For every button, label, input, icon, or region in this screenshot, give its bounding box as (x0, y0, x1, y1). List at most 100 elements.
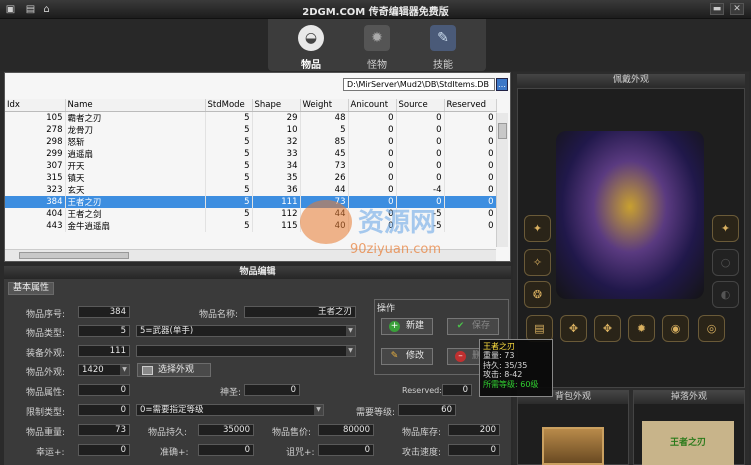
tab-items[interactable]: ◒ 物品 (282, 23, 340, 71)
holy-field[interactable]: 0 (244, 384, 300, 396)
column-header[interactable]: Source (396, 99, 445, 112)
db-path-field[interactable]: D:\MirServer\Mud2\DB\StdItems.DB (343, 78, 495, 91)
reserved-field[interactable]: 0 (442, 384, 472, 396)
table-cell: 0 (396, 111, 445, 124)
price-field[interactable]: 80000 (318, 424, 374, 436)
table-row[interactable]: 384 王者之刃 5 111 73 0 0 0 (5, 195, 497, 208)
table-row[interactable]: 315 镇天 5 35 26 0 0 0 (5, 171, 497, 184)
item-name-field[interactable]: 王者之刃 (244, 306, 356, 318)
column-header[interactable]: Name (65, 99, 206, 112)
item-editor: 基本属性 物品序号: 384 物品名称: 王者之刃 物品类型: 5 5=武器(单… (4, 279, 511, 465)
table-row[interactable]: 443 金牛逍遥扇 5 115 40 0 -5 0 (5, 219, 497, 232)
equip-slot-gem[interactable]: ✹ (628, 315, 655, 342)
tab-skills[interactable]: ✎ 技能 (414, 23, 472, 71)
column-header[interactable]: Reserved (444, 99, 497, 112)
table-row[interactable]: 404 王者之剑 5 112 44 0 -5 0 (5, 207, 497, 220)
choose-look-label: 选择外观 (158, 365, 195, 375)
minimize-button[interactable]: ▬ (710, 3, 724, 15)
item-look-value: 1420 (82, 365, 104, 375)
table-cell: 0 (348, 171, 397, 184)
limit-type-field[interactable]: 0 (78, 404, 130, 416)
table-cell: 0 (396, 147, 445, 160)
table-cell: 5 (205, 111, 253, 124)
new-button[interactable]: + 新建 (381, 318, 433, 335)
equip-slot-medal[interactable]: ▤ (526, 315, 553, 342)
column-header[interactable]: Weight (300, 99, 349, 112)
table-cell: 85 (300, 135, 349, 148)
limit-type-select[interactable]: 0=需要指定等级 ▼ (136, 404, 324, 416)
curse-label: 诅咒+: (286, 448, 315, 458)
equip-slot-boots[interactable]: ✥ (560, 315, 587, 342)
equip-slot-charm[interactable]: ◉ (662, 315, 689, 342)
item-look-select[interactable]: 1420 ▼ (78, 364, 130, 376)
table-cell: 45 (300, 147, 349, 160)
equip-slot-empty[interactable]: ○ (712, 249, 739, 276)
table-cell: -5 (396, 207, 445, 220)
curse-field[interactable]: 0 (318, 444, 374, 456)
column-header[interactable]: Anicount (348, 99, 397, 112)
type-select[interactable]: 5=武器(单手) ▼ (136, 325, 356, 337)
table-row[interactable]: 307 开天 5 34 73 0 0 0 (5, 159, 497, 172)
luck-field[interactable]: 0 (78, 444, 130, 456)
table-row[interactable]: 299 逍遥扇 5 33 45 0 0 0 (5, 147, 497, 160)
table-cell: 44 (300, 207, 349, 220)
equip-look-select[interactable]: ▼ (136, 345, 356, 357)
wear-look-title: 佩戴外观 (517, 74, 745, 87)
table-cell: 44 (300, 183, 349, 196)
table-cell: 0 (348, 195, 397, 208)
equip-slot-bracelet-left[interactable]: ✧ (524, 249, 551, 276)
table-cell: 5 (205, 171, 253, 184)
table-row[interactable]: 278 龙骨刀 5 10 5 0 0 0 (5, 123, 497, 136)
table-cell: 0 (444, 111, 497, 124)
save-button-label: 保存 (472, 321, 491, 331)
modify-button-label: 修改 (406, 351, 425, 361)
tab-basic-attributes[interactable]: 基本属性 (8, 282, 54, 295)
weight-field[interactable]: 73 (78, 424, 130, 436)
tab-skills-label: 技能 (433, 60, 453, 71)
accuracy-field[interactable]: 0 (198, 444, 254, 456)
table-row[interactable]: 298 怒斩 5 32 85 0 0 0 (5, 135, 497, 148)
table-row[interactable]: 323 玄天 5 36 44 0 -4 0 (5, 183, 497, 196)
type-code-field[interactable]: 5 (78, 325, 130, 337)
stock-field[interactable]: 200 (448, 424, 500, 436)
table-cell: 0 (348, 207, 397, 220)
modify-button[interactable]: ✎ 修改 (381, 348, 433, 365)
equip-slot-empty[interactable]: ◐ (712, 281, 739, 308)
equip-slot-belt[interactable]: ✥ (594, 315, 621, 342)
luck-label: 幸运+: (36, 448, 65, 458)
need-level-field[interactable]: 60 (398, 404, 456, 416)
vertical-scrollbar[interactable] (496, 113, 508, 247)
attr-field[interactable]: 0 (78, 384, 130, 396)
table-cell: 王者之刃 (65, 195, 206, 208)
equip-slot-ring-left[interactable]: ❂ (524, 281, 551, 308)
scroll-thumb[interactable] (498, 123, 507, 139)
stock-label: 物品库存: (402, 428, 442, 438)
column-header[interactable]: StdMode (205, 99, 253, 112)
equip-slot-ring-right[interactable]: ◎ (698, 315, 725, 342)
horizontal-scrollbar[interactable] (5, 249, 496, 261)
table-cell: 王者之剑 (65, 207, 206, 220)
item-no-field[interactable]: 384 (78, 306, 130, 318)
hscroll-thumb[interactable] (19, 252, 129, 259)
durability-field[interactable]: 35000 (198, 424, 254, 436)
save-button[interactable]: ✔ 保存 (447, 318, 499, 335)
attr-label: 物品属性: (26, 388, 66, 398)
tab-monsters[interactable]: ✹ 怪物 (348, 23, 406, 71)
character-image (556, 131, 704, 299)
table-cell: 0 (348, 219, 397, 232)
equip-look-field[interactable]: 111 (78, 345, 130, 357)
table-cell: 111 (252, 195, 301, 208)
choose-look-button[interactable]: 选择外观 (137, 363, 211, 377)
atk-speed-label: 攻击速度: (402, 448, 442, 458)
atk-speed-field[interactable]: 0 (448, 444, 500, 456)
equip-slot-necklace[interactable]: ✦ (524, 215, 551, 242)
delete-icon: – (455, 351, 466, 362)
close-button[interactable]: ✕ (730, 3, 744, 15)
tooltip-durability: 持久: 35/35 (483, 360, 528, 370)
table-row[interactable]: 105 霸者之刃 5 29 48 0 0 0 (5, 111, 497, 124)
column-header[interactable]: Shape (252, 99, 301, 112)
equip-slot-helmet[interactable]: ✦ (712, 215, 739, 242)
column-header[interactable]: Idx (5, 99, 66, 112)
chevron-down-icon: ▼ (346, 346, 355, 356)
browse-db-button[interactable]: … (496, 78, 508, 91)
